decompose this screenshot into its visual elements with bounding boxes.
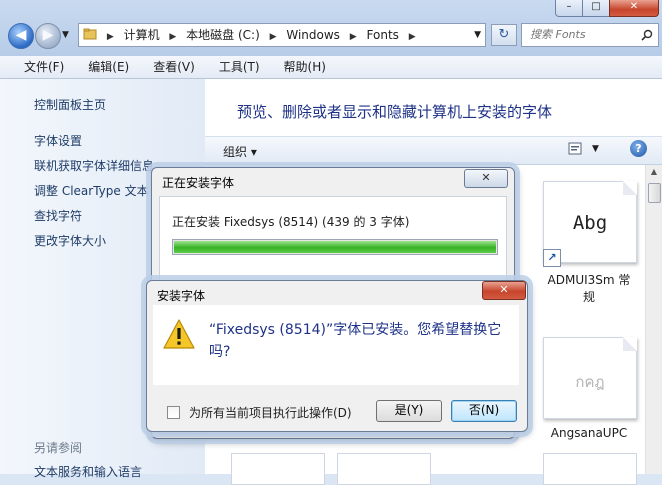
font-sample: กคฎ — [575, 373, 605, 391]
view-dropdown-icon[interactable]: ▼ — [592, 144, 599, 154]
breadcrumb-separator[interactable]: ▶ — [409, 26, 416, 48]
folder-icon — [83, 24, 97, 46]
yes-button[interactable]: 是(Y) — [376, 400, 442, 422]
breadcrumb-computer[interactable]: 计算机 — [124, 24, 160, 46]
refresh-button[interactable]: ↻ — [491, 24, 517, 46]
help-icon[interactable]: ? — [630, 140, 647, 157]
sidebar-item-control-panel-home[interactable]: 控制面板主页 — [34, 96, 106, 113]
page-fold — [623, 337, 637, 351]
forward-arrow-icon: ▶ — [42, 27, 54, 43]
back-arrow-icon: ◀ — [15, 27, 27, 43]
refresh-icon: ↻ — [498, 27, 510, 42]
font-tile[interactable]: กคฎ — [543, 337, 637, 419]
dialog-message-area: “Fixedsys (8514)”字体已安装。您希望替换它吗? — [153, 305, 519, 385]
sidebar-item-font-info-online[interactable]: 联机获取字体详细信息 — [34, 157, 154, 174]
scrollbar-thumb[interactable] — [648, 183, 661, 203]
page-title: 预览、删除或者显示和隐藏计算机上安装的字体 — [237, 103, 553, 121]
sidebar-item-find-character[interactable]: 查找字符 — [34, 207, 82, 224]
breadcrumb-separator[interactable]: ▶ — [169, 26, 176, 48]
menu-help[interactable]: 帮助(H) — [279, 56, 331, 78]
close-icon[interactable]: ✕ — [464, 169, 508, 188]
progress-bar — [172, 239, 498, 255]
sidebar-item-change-font-size[interactable]: 更改字体大小 — [34, 232, 106, 249]
scroll-up-icon[interactable]: ▲ — [648, 167, 660, 179]
address-bar[interactable]: ▶ 计算机 ▶ 本地磁盘 (C:) ▶ Windows ▶ Fonts ▶ ▼ — [78, 23, 486, 47]
warning-icon — [163, 319, 195, 349]
font-name: AngsanaUPC — [550, 426, 628, 440]
recent-pages-dropdown-icon[interactable]: ▼ — [62, 30, 69, 40]
dialog-title: 正在安装字体 — [162, 176, 235, 190]
sidebar-item-font-settings[interactable]: 字体设置 — [34, 132, 82, 149]
breadcrumb-separator[interactable]: ▶ — [350, 26, 357, 48]
font-name: ADMUI3Sm 常规 — [547, 273, 631, 304]
organize-button[interactable]: 组织 ▾ — [223, 143, 257, 160]
font-tile[interactable] — [543, 453, 637, 485]
progress-fill — [174, 241, 496, 253]
back-button[interactable]: ◀ — [8, 23, 34, 49]
menu-file[interactable]: 文件(F) — [19, 56, 69, 78]
menu-view[interactable]: 查看(V) — [148, 56, 200, 78]
font-tile[interactable] — [337, 453, 431, 485]
breadcrumb-separator[interactable]: ▶ — [270, 26, 277, 48]
address-dropdown-icon[interactable]: ▼ — [474, 24, 481, 46]
install-status-text: 正在安装 Fixedsys (8514) (439 的 3 字体) — [172, 215, 410, 229]
search-box[interactable] — [521, 23, 659, 47]
sidebar-item-text-services[interactable]: 文本服务和输入语言 — [34, 463, 142, 480]
breadcrumb-windows[interactable]: Windows — [286, 24, 340, 46]
shortcut-arrow-icon: ↗ — [543, 249, 561, 267]
forward-button[interactable]: ▶ — [35, 23, 61, 49]
search-icon[interactable] — [641, 29, 653, 41]
font-tile[interactable] — [231, 453, 325, 485]
search-input[interactable] — [522, 24, 636, 44]
confirm-message: “Fixedsys (8514)”字体已安装。您希望替换它吗? — [209, 322, 502, 360]
menu-edit[interactable]: 编辑(E) — [83, 56, 134, 78]
breadcrumb-separator[interactable]: ▶ — [107, 26, 114, 48]
dialog-title: 安装字体 — [157, 289, 206, 303]
no-button[interactable]: 否(N) — [451, 400, 517, 422]
menu-bar: 文件(F) 编辑(E) 查看(V) 工具(T) 帮助(H) — [0, 56, 662, 79]
see-also-heading: 另请参阅 — [34, 441, 83, 455]
install-font-confirm-dialog: 安装字体 ✕ “Fixedsys (8514)”字体已安装。您希望替换它吗? 为… — [146, 280, 528, 432]
view-options-icon[interactable] — [568, 142, 582, 158]
maximize-button[interactable]: □ — [582, 0, 610, 17]
breadcrumb-local-disk[interactable]: 本地磁盘 (C:) — [186, 24, 260, 46]
minimize-button[interactable]: – — [555, 0, 583, 17]
close-icon[interactable]: ✕ — [482, 281, 526, 300]
font-sample: Abg — [572, 212, 608, 234]
breadcrumb-fonts[interactable]: Fonts — [367, 24, 399, 46]
menu-tools[interactable]: 工具(T) — [214, 56, 265, 78]
close-window-button[interactable]: ✕ — [609, 0, 659, 17]
apply-to-all-checkbox[interactable] — [167, 406, 180, 419]
sidebar-item-cleartype[interactable]: 调整 ClearType 文本 — [34, 182, 149, 199]
command-bar: 组织 ▾ ▼ ? — [205, 136, 662, 165]
scrollbar[interactable]: ▲ — [645, 165, 662, 474]
apply-to-all-label[interactable]: 为所有当前项目执行此操作(D) — [189, 404, 352, 421]
page-fold — [623, 181, 637, 195]
title-bar: – □ ✕ ◀ ▶ ▼ ▶ 计算机 ▶ 本地磁盘 (C:) ▶ Windows … — [0, 0, 662, 56]
